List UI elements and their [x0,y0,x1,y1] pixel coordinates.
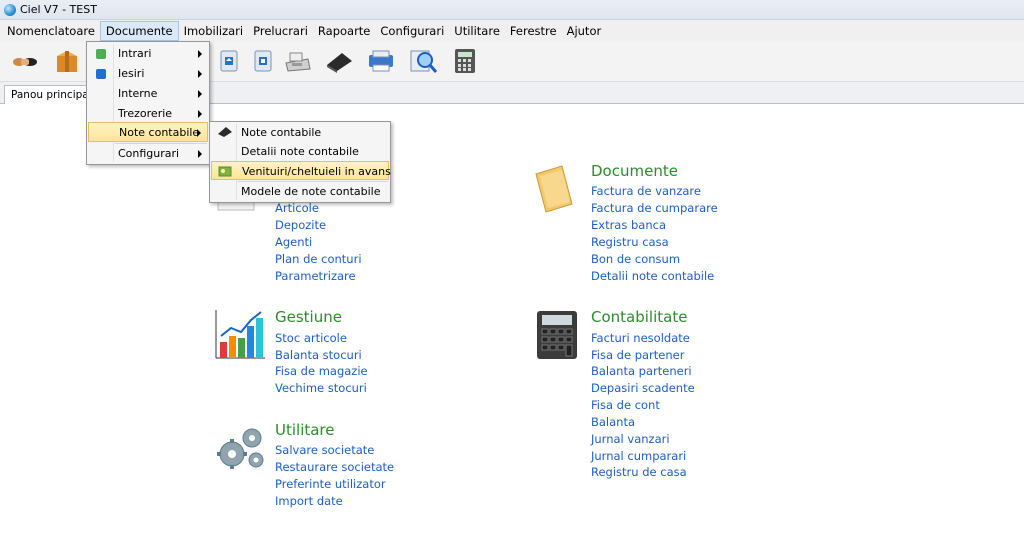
menu-item-label: Configurari [118,147,180,160]
venituri-cheltuieli-icon [218,165,232,177]
menu-item-label: Iesiri [118,67,145,80]
link-registru-de-casa[interactable]: Registru de casa [591,465,687,479]
link-parametrizare[interactable]: Parametrizare [275,269,356,283]
link-extras-banca[interactable]: Extras banca [591,218,666,232]
printer-icon[interactable] [366,46,396,76]
submenu-item-venituiri-cheltuieli-in-avans[interactable]: Venituiri/cheltuieli in avans [211,161,391,180]
menu-item-interne[interactable]: Interne [88,84,208,104]
section-title-documente: Documente [591,162,678,180]
submenu-arrow-icon [198,110,202,118]
bar-chart-icon [213,308,267,360]
link-articole[interactable]: Articole [275,201,319,215]
link-fisa-de-cont[interactable]: Fisa de cont [591,398,660,412]
link-registru-casa[interactable]: Registru casa [591,235,669,249]
submenu-arrow-icon [198,150,202,158]
submenu-item-label: Detalii note contabile [241,145,359,158]
link-stoc-articole[interactable]: Stoc articole [275,331,347,345]
intrari-icon [96,49,106,59]
menu-imobilizari[interactable]: Imobilizari [179,21,249,41]
menu-item-configurari[interactable]: Configurari [88,144,208,164]
menu-item-intrari[interactable]: Intrari [88,44,208,64]
gears-icon [212,422,268,474]
link-vechime-stocuri[interactable]: Vechime stocuri [275,381,367,395]
note-contabile-icon [218,127,232,137]
documents-folder-icon [532,162,576,214]
calculator-large-icon [536,310,578,360]
submenu-item-note-contabile[interactable]: Note contabile [211,123,389,142]
submenu-arrow-icon [198,70,202,78]
submenu-item-modele-de-note-contabile[interactable]: Modele de note contabile [211,182,389,201]
submenu-item-label: Note contabile [241,126,322,139]
link-import-date[interactable]: Import date [275,494,343,508]
submenu-item-label: Venituiri/cheltuieli in avans [242,165,391,178]
link-detalii-note-contabile[interactable]: Detalii note contabile [591,269,714,283]
calculator-icon[interactable] [450,46,480,76]
link-fisa-de-partener[interactable]: Fisa de partener [591,348,684,362]
link-preferinte-utilizator[interactable]: Preferinte utilizator [275,477,386,491]
cash-register-icon[interactable] [282,46,312,76]
search-document-icon[interactable] [408,46,438,76]
link-balanta-parteneri[interactable]: Balanta parteneri [591,364,692,378]
submenu-arrow-icon [197,129,201,137]
link-restaurare-societate[interactable]: Restaurare societate [275,460,394,474]
export-document-icon[interactable] [248,46,278,76]
upload-document-icon[interactable] [214,46,244,76]
submenu-arrow-icon [198,50,202,58]
section-title-contabilitate: Contabilitate [591,308,688,326]
menu-documente[interactable]: Documente [99,21,179,41]
tab-panou-principal[interactable]: Panou principal [4,85,99,104]
link-balanta-stocuri[interactable]: Balanta stocuri [275,348,362,362]
section-title-gestiune: Gestiune [275,308,342,326]
link-agenti[interactable]: Agenti [275,235,312,249]
menu-utilitare[interactable]: Utilitare [449,21,505,41]
submenu-item-detalii-note-contabile[interactable]: Detalii note contabile [211,142,389,161]
submenu-item-label: Modele de note contabile [241,185,381,198]
box-icon[interactable] [52,46,82,76]
link-bon-de-consum[interactable]: Bon de consum [591,252,680,266]
menu-bar: Nomenclatoare Documente Imobilizari Prel… [0,20,1024,42]
menu-item-label: Trezorerie [118,107,173,120]
window-title: Ciel V7 - TEST [20,3,97,16]
link-fisa-de-magazie[interactable]: Fisa de magazie [275,364,368,378]
link-salvare-societate[interactable]: Salvare societate [275,443,374,457]
menu-rapoarte[interactable]: Rapoarte [313,21,375,41]
menu-item-label: Interne [118,87,158,100]
link-jurnal-vanzari[interactable]: Jurnal vanzari [591,432,670,446]
menu-item-note-contabile[interactable]: Note contabile [88,122,208,142]
documente-dropdown-menu: Intrari Iesiri Interne Trezorerie Note c… [86,41,210,165]
title-bar: Ciel V7 - TEST [0,0,1024,20]
submenu-arrow-icon [198,90,202,98]
menu-ferestre[interactable]: Ferestre [505,21,562,41]
link-facturi-nesoldate[interactable]: Facturi nesoldate [591,331,690,345]
menu-nomenclatoare[interactable]: Nomenclatoare [2,21,100,41]
link-depasiri-scadente[interactable]: Depasiri scadente [591,381,695,395]
app-logo-icon [4,3,16,16]
link-depozite[interactable]: Depozite [275,218,326,232]
iesiri-icon [96,69,106,79]
menu-configurari[interactable]: Configurari [375,21,449,41]
link-plan-de-conturi[interactable]: Plan de conturi [275,252,362,266]
section-title-utilitare: Utilitare [275,421,335,439]
link-balanta[interactable]: Balanta [591,415,635,429]
menu-ajutor[interactable]: Ajutor [562,21,607,41]
note-contabile-submenu: Note contabile Detalii note contabile Ve… [209,121,391,203]
link-factura-de-vanzare[interactable]: Factura de vanzare [591,184,701,198]
handshake-icon[interactable] [10,46,40,76]
menu-item-label: Note contabile [119,126,200,139]
menu-item-label: Intrari [118,47,152,60]
menu-item-iesiri[interactable]: Iesiri [88,64,208,84]
menu-item-trezorerie[interactable]: Trezorerie [88,104,208,124]
link-factura-de-cumparare[interactable]: Factura de cumparare [591,201,718,215]
receipt-printer-icon[interactable] [324,46,354,76]
menu-prelucrari[interactable]: Prelucrari [248,21,313,41]
link-jurnal-cumparari[interactable]: Jurnal cumparari [591,449,686,463]
